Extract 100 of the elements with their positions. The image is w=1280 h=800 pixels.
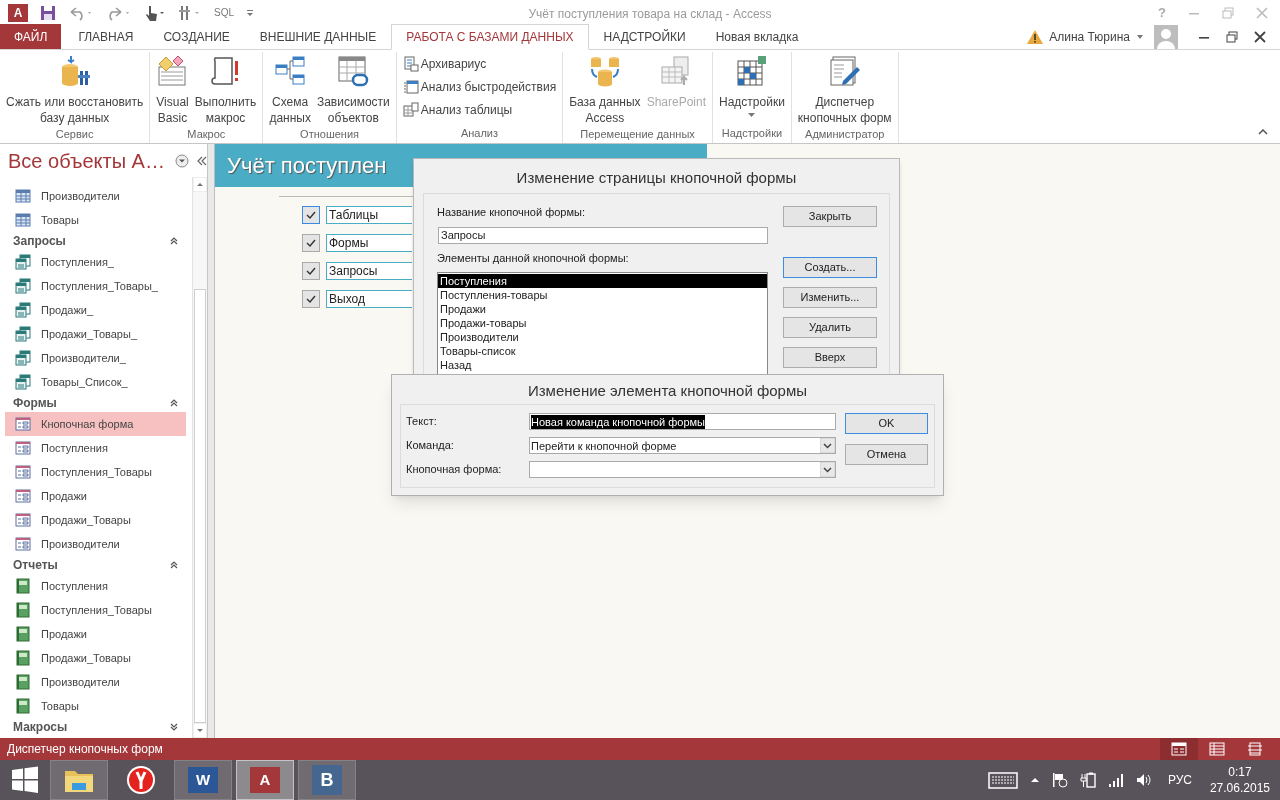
scrollbar[interactable] [192,177,207,738]
tools-icon[interactable] [178,3,202,22]
grid-icon[interactable] [735,55,768,87]
language-indicator[interactable]: РУС [1167,771,1192,789]
caret-icon[interactable] [1136,33,1144,40]
dialog-button[interactable]: Изменить... [783,287,877,308]
document-list-icon[interactable] [402,56,419,72]
group-header[interactable]: Отчеты [5,556,192,574]
undo-icon[interactable] [68,4,94,21]
pane-item[interactable]: Кнопочная форма [5,412,186,436]
dialog-button[interactable]: OK [845,413,928,434]
pane-item[interactable]: Продажи [5,484,186,508]
ribbon-button[interactable]: Анализ быстродействия [400,77,559,97]
warning-icon[interactable] [1027,29,1044,44]
dialog-button[interactable]: Отмена [845,444,928,465]
ribbon-tab[interactable]: РАБОТА С БАЗАМИ ДАННЫХ [391,24,589,50]
ribbon-tab[interactable]: ВНЕШНИЕ ДАННЫЕ [244,24,392,49]
switchboard-button[interactable] [302,206,320,224]
pane-item[interactable]: Производители_ [5,346,186,370]
list-item[interactable]: Продажи-товары [438,316,767,330]
collapse-ribbon-icon[interactable] [1258,129,1268,135]
list-item[interactable]: Производители [438,330,767,344]
ribbon-tab[interactable]: ГЛАВНАЯ [63,24,149,49]
switchboard-button[interactable] [302,234,320,252]
clock[interactable]: 0:17 27.06.2015 [1209,764,1270,796]
keyboard-icon[interactable] [987,771,1018,789]
ribbon-button[interactable]: Зависимости объектов [314,52,392,126]
ribbon-button[interactable]: Выполнить макрос [192,52,259,126]
ribbon-button[interactable]: Анализ таблицы [400,100,559,120]
taskbar-button[interactable]: A [236,760,294,800]
taskbar-button[interactable]: В [298,760,356,800]
ribbon-button[interactable]: Сжать или восстановить базу данных [4,52,146,126]
list-item[interactable]: Назад [438,358,767,372]
taskbar-button[interactable]: W [174,760,232,800]
account-name[interactable]: Алина Тюрина [1049,27,1130,46]
ribbon-button[interactable]: Схема данных [267,52,313,126]
windows-start-icon[interactable] [11,766,39,794]
list-icon[interactable] [402,79,419,95]
dialog-button[interactable]: Создать... [783,257,877,278]
pane-item[interactable]: Товары [5,694,186,718]
pane-item[interactable]: Поступления_Товары [5,598,186,622]
customize-caret-icon[interactable] [246,8,254,17]
battery-icon[interactable] [1079,772,1096,788]
switchboard-button[interactable] [302,262,320,280]
pane-item[interactable]: Продажи_ [5,298,186,322]
speaker-icon[interactable] [1135,773,1152,787]
view-button[interactable] [1160,738,1198,760]
pane-item[interactable]: Продажи_Товары_ [5,322,186,346]
dialog-button[interactable]: Вверх [783,347,877,368]
text-field[interactable]: Новая команда кнопочной формы [529,413,836,430]
ribbon-button[interactable]: База данных Access [567,52,643,126]
code-shapes-icon[interactable] [156,55,189,87]
dialog-button[interactable]: Закрыть [783,206,877,227]
pane-item[interactable]: Продажи [5,622,186,646]
collapse-pane-icon[interactable] [196,155,207,166]
pane-item[interactable]: Производители [5,532,186,556]
ribbon-tab[interactable]: НАДСТРОЙКИ [588,24,701,49]
group-header[interactable]: Формы [5,394,192,412]
group-header[interactable]: Запросы [5,232,192,250]
list-item[interactable]: Товары-список [438,344,767,358]
pane-item[interactable]: Поступления_Товары_ [5,274,186,298]
pane-item[interactable]: Производители [5,670,186,694]
ribbon-tab[interactable]: СОЗДАНИЕ [148,24,245,49]
dialog-button[interactable]: Удалить [783,317,877,338]
table-icon[interactable] [402,102,419,118]
pane-item[interactable]: Производители [5,184,186,208]
restore-icon[interactable] [1226,30,1238,43]
list-item[interactable]: Продажи [438,302,767,316]
table-link-icon[interactable] [337,55,370,87]
ribbon-button[interactable]: Надстройки [717,52,787,117]
ribbon-button[interactable]: Архивариус [400,54,559,74]
name-field[interactable]: Запросы [438,227,768,244]
pane-item[interactable]: Товары_Список_ [5,370,186,394]
dropdown-circle-icon[interactable] [174,153,189,168]
diagram-icon[interactable] [274,55,307,87]
switchboard-button[interactable] [302,290,320,308]
taskbar-button[interactable] [50,760,108,800]
close-icon[interactable] [1254,30,1266,43]
list-item[interactable]: Поступления-товары [438,288,767,302]
list-item[interactable]: Поступления [438,274,767,288]
pane-item[interactable]: Поступления_ [5,250,186,274]
pane-item[interactable]: Поступления [5,574,186,598]
combo-box[interactable]: Перейти к кнопочной форме [529,437,836,454]
scroll-up-icon[interactable] [193,177,207,192]
ribbon-tab[interactable]: ФАЙЛ [0,24,62,49]
pane-item[interactable]: Товары [5,208,186,232]
pane-item[interactable]: Поступления [5,436,186,460]
sql-button[interactable]: SQL [214,5,234,20]
signal-icon[interactable] [1107,773,1124,787]
app-icon[interactable]: A [8,3,28,22]
show-hidden-icon[interactable] [1029,777,1040,783]
flag-clock-icon[interactable] [1051,772,1068,788]
form-edit-icon[interactable] [828,55,861,87]
group-header[interactable]: Макросы [5,718,192,736]
ribbon-button[interactable]: Диспетчер кнопочных форм [795,52,894,126]
redo-icon[interactable] [106,4,132,21]
pane-item[interactable]: Поступления_Товары [5,460,186,484]
touch-pointer-icon[interactable] [144,3,166,22]
save-icon[interactable] [40,4,56,21]
pane-item[interactable]: Продажи_Товары [5,646,186,670]
